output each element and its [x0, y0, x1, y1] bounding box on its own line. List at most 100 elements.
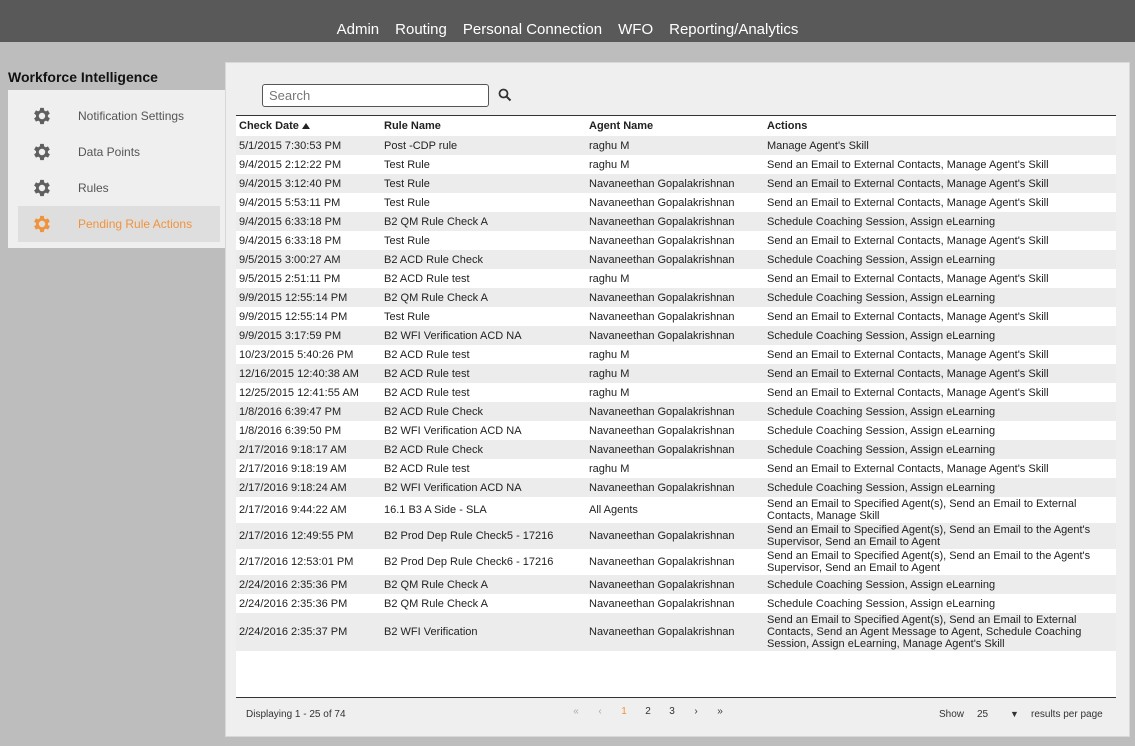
- cell-rule-name: B2 QM Rule Check A: [381, 594, 586, 613]
- cell-check-date: 9/5/2015 3:00:27 AM: [236, 250, 381, 269]
- cell-agent-name: Navaneethan Gopalakrishnan: [586, 288, 764, 307]
- cell-agent-name: raghu M: [586, 269, 764, 288]
- table-row[interactable]: 2/17/2016 9:44:22 AM 16.1 B3 A Side - SLA…: [236, 497, 1116, 523]
- cell-actions: Schedule Coaching Session, Assign eLearn…: [764, 402, 1116, 421]
- table-row[interactable]: 2/24/2016 2:35:37 PM B2 WFI Verification N…: [236, 613, 1116, 651]
- sidebar-item-label: Rules: [78, 181, 109, 195]
- column-header-label: Check Date: [239, 120, 299, 132]
- table-row[interactable]: 9/9/2015 3:17:59 PM B2 WFI Verification A…: [236, 326, 1116, 345]
- table-row[interactable]: 2/24/2016 2:35:36 PM B2 QM Rule Check A Na…: [236, 575, 1116, 594]
- table-row[interactable]: 9/4/2015 5:53:11 PM Test Rule Navaneethan …: [236, 193, 1116, 212]
- last-page-button[interactable]: »: [708, 706, 732, 717]
- sidebar-item-data-points[interactable]: Data Points: [18, 134, 220, 170]
- cell-agent-name: Navaneethan Gopalakrishnan: [586, 193, 764, 212]
- sidebar-item-label: Notification Settings: [78, 109, 185, 123]
- sidebar-item-label: Data Points: [78, 145, 141, 159]
- table-row[interactable]: 9/4/2015 6:33:18 PM B2 QM Rule Check A Nav…: [236, 212, 1116, 231]
- cell-agent-name: Navaneethan Gopalakrishnan: [586, 250, 764, 269]
- cell-actions: Send an Email to External Contacts, Mana…: [764, 269, 1116, 288]
- cell-rule-name: B2 QM Rule Check A: [381, 212, 586, 231]
- cell-agent-name: raghu M: [586, 364, 764, 383]
- nav-reporting-analytics[interactable]: Reporting/Analytics: [669, 21, 798, 38]
- cell-check-date: 10/23/2015 5:40:26 PM: [236, 345, 381, 364]
- cell-check-date: 9/9/2015 12:55:14 PM: [236, 288, 381, 307]
- cell-rule-name: B2 QM Rule Check A: [381, 575, 586, 594]
- table-row[interactable]: 12/25/2015 12:41:55 AM B2 ACD Rule test ra…: [236, 383, 1116, 402]
- column-header-actions[interactable]: Actions: [764, 116, 1116, 136]
- cell-actions: Schedule Coaching Session, Assign eLearn…: [764, 478, 1116, 497]
- cell-check-date: 2/17/2016 9:18:24 AM: [236, 478, 381, 497]
- cell-rule-name: B2 Prod Dep Rule Check5 - 17216: [381, 523, 586, 549]
- cell-check-date: 2/24/2016 2:35:36 PM: [236, 575, 381, 594]
- nav-personal-connection[interactable]: Personal Connection: [463, 21, 602, 38]
- cell-actions: Send an Email to Specified Agent(s), Sen…: [764, 523, 1116, 549]
- pager: « ‹ 1 2 3 › »: [564, 706, 732, 717]
- prev-page-button[interactable]: ‹: [588, 706, 612, 717]
- sidebar: Notification Settings Data Points Rules …: [8, 90, 225, 248]
- page-3-button[interactable]: 3: [660, 706, 684, 717]
- nav-routing[interactable]: Routing: [395, 21, 447, 38]
- table-row[interactable]: 5/1/2015 7:30:53 PM Post -CDP rule raghu M…: [236, 136, 1116, 155]
- page-1-button[interactable]: 1: [612, 706, 636, 717]
- table-row[interactable]: 2/24/2016 2:35:36 PM B2 QM Rule Check A Na…: [236, 594, 1116, 613]
- cell-check-date: 5/1/2015 7:30:53 PM: [236, 136, 381, 155]
- page-2-button[interactable]: 2: [636, 706, 660, 717]
- nav-admin[interactable]: Admin: [337, 21, 380, 38]
- sort-ascending-icon: [301, 123, 310, 130]
- cell-agent-name: Navaneethan Gopalakrishnan: [586, 478, 764, 497]
- nav-wfo[interactable]: WFO: [618, 21, 653, 38]
- table-row[interactable]: 9/4/2015 3:12:40 PM Test Rule Navaneethan …: [236, 174, 1116, 193]
- table-row[interactable]: 9/9/2015 12:55:14 PM B2 QM Rule Check A Na…: [236, 288, 1116, 307]
- table-row[interactable]: 9/5/2015 3:00:27 AM B2 ACD Rule Check Nava…: [236, 250, 1116, 269]
- table-row[interactable]: 2/17/2016 9:18:17 AM B2 ACD Rule Check Nav…: [236, 440, 1116, 459]
- cell-agent-name: Navaneethan Gopalakrishnan: [586, 231, 764, 250]
- cell-rule-name: B2 ACD Rule Check: [381, 440, 586, 459]
- cell-actions: Send an Email to External Contacts, Mana…: [764, 307, 1116, 326]
- sidebar-item-notification-settings[interactable]: Notification Settings: [18, 98, 220, 134]
- cell-check-date: 2/17/2016 9:18:19 AM: [236, 459, 381, 478]
- table-row[interactable]: 2/17/2016 12:49:55 PM B2 Prod Dep Rule Ch…: [236, 523, 1116, 549]
- gear-icon: [34, 143, 50, 161]
- cell-agent-name: Navaneethan Gopalakrishnan: [586, 440, 764, 459]
- cell-check-date: 2/17/2016 12:49:55 PM: [236, 523, 381, 549]
- column-header-agent-name[interactable]: Agent Name: [586, 116, 764, 136]
- cell-rule-name: Test Rule: [381, 174, 586, 193]
- table-row[interactable]: 9/9/2015 12:55:14 PM Test Rule Navaneethan…: [236, 307, 1116, 326]
- table-row[interactable]: 9/4/2015 6:33:18 PM Test Rule Navaneethan …: [236, 231, 1116, 250]
- cell-actions: Manage Agent's Skill: [764, 136, 1116, 155]
- cell-rule-name: 16.1 B3 A Side - SLA: [381, 497, 586, 523]
- page-size-select[interactable]: 25: [977, 709, 988, 720]
- table-row[interactable]: 10/23/2015 5:40:26 PM B2 ACD Rule test rag…: [236, 345, 1116, 364]
- table-row[interactable]: 2/17/2016 12:53:01 PM B2 Prod Dep Rule Ch…: [236, 549, 1116, 575]
- cell-rule-name: B2 ACD Rule test: [381, 364, 586, 383]
- cell-check-date: 9/9/2015 3:17:59 PM: [236, 326, 381, 345]
- table-row[interactable]: 9/4/2015 2:12:22 PM Test Rule raghu M Send …: [236, 155, 1116, 174]
- cell-rule-name: B2 Prod Dep Rule Check6 - 17216: [381, 549, 586, 575]
- magnifier-icon[interactable]: [498, 88, 512, 102]
- cell-actions: Send an Email to External Contacts, Mana…: [764, 459, 1116, 478]
- table-row[interactable]: 2/17/2016 9:18:24 AM B2 WFI Verification …: [236, 478, 1116, 497]
- sidebar-item-pending-rule-actions[interactable]: Pending Rule Actions: [18, 206, 220, 242]
- sidebar-item-rules[interactable]: Rules: [18, 170, 220, 206]
- cell-rule-name: Test Rule: [381, 307, 586, 326]
- column-header-check-date[interactable]: Check Date: [236, 116, 381, 136]
- cell-check-date: 9/4/2015 6:33:18 PM: [236, 231, 381, 250]
- table-row[interactable]: 1/8/2016 6:39:50 PM B2 WFI Verification A…: [236, 421, 1116, 440]
- cell-check-date: 2/17/2016 12:53:01 PM: [236, 549, 381, 575]
- cell-check-date: 2/24/2016 2:35:36 PM: [236, 594, 381, 613]
- first-page-button[interactable]: «: [564, 706, 588, 717]
- search-input[interactable]: [262, 84, 489, 107]
- table-row[interactable]: 12/16/2015 12:40:38 AM B2 ACD Rule test ra…: [236, 364, 1116, 383]
- table-row[interactable]: 2/17/2016 9:18:19 AM B2 ACD Rule test ragh…: [236, 459, 1116, 478]
- table-row[interactable]: 9/5/2015 2:51:11 PM B2 ACD Rule test raghu…: [236, 269, 1116, 288]
- cell-actions: Send an Email to Specified Agent(s), Sen…: [764, 613, 1116, 651]
- main-panel: Check Date Rule Name Agent Name Actions …: [225, 62, 1130, 737]
- cell-rule-name: Test Rule: [381, 155, 586, 174]
- cell-agent-name: Navaneethan Gopalakrishnan: [586, 326, 764, 345]
- cell-actions: Schedule Coaching Session, Assign eLearn…: [764, 594, 1116, 613]
- table-row[interactable]: 1/8/2016 6:39:47 PM B2 ACD Rule Check Nava…: [236, 402, 1116, 421]
- next-page-button[interactable]: ›: [684, 706, 708, 717]
- dropdown-arrow-icon[interactable]: ▼: [1010, 709, 1019, 719]
- cell-actions: Send an Email to External Contacts, Mana…: [764, 174, 1116, 193]
- column-header-rule-name[interactable]: Rule Name: [381, 116, 586, 136]
